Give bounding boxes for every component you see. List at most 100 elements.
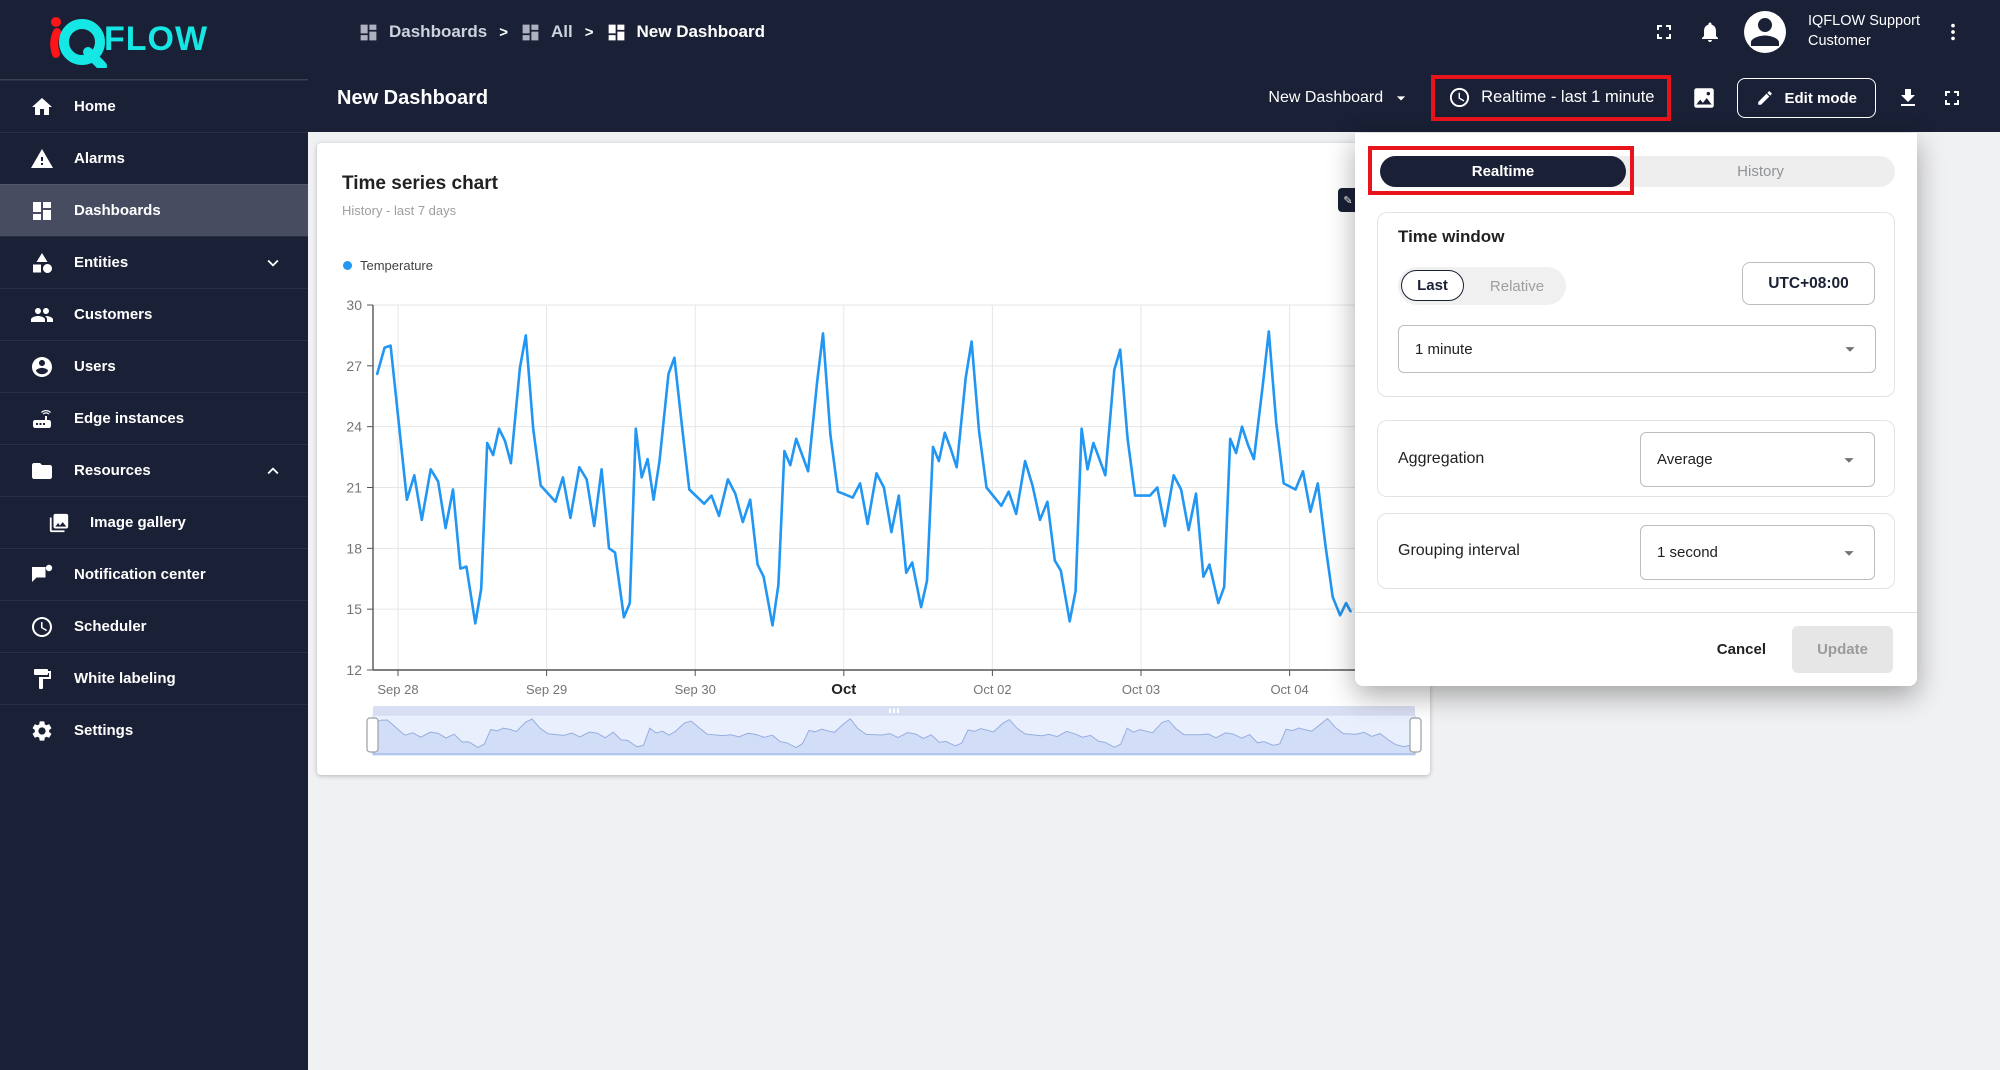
- folder-icon: [30, 459, 54, 483]
- sidebar: FLOW Home Alarms Dashboards Entities Cus…: [0, 0, 308, 1070]
- caret-down-icon: [1838, 449, 1860, 471]
- entities-shapes-icon: [30, 251, 54, 275]
- dashboard-select[interactable]: New Dashboard: [1268, 88, 1411, 108]
- sidebar-item-customers[interactable]: Customers: [0, 288, 308, 340]
- y-tick-label: 30: [346, 297, 362, 313]
- y-tick-label: 12: [346, 662, 362, 678]
- grouping-interval-select[interactable]: 1 second: [1640, 525, 1875, 580]
- customers-people-icon: [30, 303, 54, 327]
- clock-icon: [30, 615, 54, 639]
- avatar[interactable]: [1743, 11, 1786, 53]
- x-tick-label: Oct: [831, 681, 856, 698]
- clock-icon: [1448, 86, 1471, 109]
- cancel-button[interactable]: Cancel: [1717, 641, 1766, 658]
- download-icon[interactable]: [1896, 86, 1920, 110]
- time-window-heading: Time window: [1398, 227, 1505, 246]
- timezone-button[interactable]: UTC+08:00: [1742, 262, 1875, 305]
- y-tick-label: 27: [346, 358, 362, 374]
- sidebar-item-white-labeling[interactable]: White labeling: [0, 652, 308, 704]
- time-series-widget: Time series chart History - last 7 days …: [317, 143, 1430, 775]
- home-icon: [30, 95, 54, 119]
- x-tick-label: Oct 03: [1122, 682, 1160, 697]
- x-tick-label: Sep 29: [526, 682, 567, 697]
- x-tick-label: Sep 30: [675, 682, 716, 697]
- sidebar-item-alarms[interactable]: Alarms: [0, 132, 308, 184]
- popup-footer: Cancel Update: [1355, 613, 1917, 686]
- router-icon: [30, 407, 54, 431]
- user-name: IQFLOW Support: [1807, 13, 1920, 30]
- paint-format-icon: [30, 667, 54, 691]
- fullscreen-icon[interactable]: [1940, 86, 1964, 110]
- breadcrumb-separator: >: [499, 23, 509, 41]
- breadcrumb-new-dashboard[interactable]: New Dashboard: [606, 22, 765, 43]
- time-series-chart[interactable]: 12 15 18 21 24 27 30 Sep 28 Sep 29 Sep 30 Oct Oct 0…: [317, 143, 1430, 775]
- screenshot-image-icon[interactable]: [1691, 85, 1717, 111]
- warning-icon: [30, 147, 54, 171]
- page-title: New Dashboard: [337, 86, 489, 109]
- sidebar-item-dashboards[interactable]: Dashboards: [0, 184, 308, 236]
- y-tick-label: 21: [346, 480, 362, 496]
- caret-down-icon: [1839, 338, 1861, 360]
- sidebar-item-notification-center[interactable]: Notification center: [0, 548, 308, 600]
- time-window-section: Time window Last Relative UTC+08:00 1 mi…: [1377, 212, 1895, 397]
- pencil-icon: [1756, 89, 1774, 107]
- chevron-up-icon: [262, 460, 284, 482]
- sidebar-item-resources[interactable]: Resources: [0, 444, 308, 496]
- aggregation-label: Aggregation: [1398, 449, 1485, 467]
- dashboards-grid-icon: [606, 22, 627, 43]
- y-tick-label: 18: [346, 540, 362, 556]
- logo-text: FLOW: [104, 20, 209, 58]
- timewindow-label: Realtime - last 1 minute: [1481, 88, 1655, 106]
- dashboards-grid-icon: [520, 22, 541, 43]
- grouping-interval-section: Grouping interval 1 second: [1377, 513, 1895, 589]
- sidebar-item-edge-instances[interactable]: Edge instances: [0, 392, 308, 444]
- interval-select[interactable]: 1 minute: [1398, 325, 1876, 373]
- sidebar-item-home[interactable]: Home: [0, 80, 308, 132]
- x-tick-label: Sep 28: [377, 682, 418, 697]
- fullscreen-icon[interactable]: [1652, 20, 1676, 44]
- scrubber-handle-right[interactable]: [1409, 717, 1422, 753]
- more-vertical-icon[interactable]: [1942, 21, 1964, 43]
- chart-line-temperature: [375, 330, 1352, 627]
- y-tick-label: 15: [346, 601, 362, 617]
- breadcrumb-dashboards[interactable]: Dashboards: [358, 22, 487, 43]
- aggregation-section: Aggregation Average: [1377, 420, 1895, 497]
- toggle-relative[interactable]: Relative: [1468, 267, 1566, 305]
- breadcrumb-separator: >: [584, 23, 594, 41]
- user-circle-icon: [30, 355, 54, 379]
- update-button[interactable]: Update: [1792, 626, 1893, 673]
- scrubber-handle-left[interactable]: [366, 717, 379, 753]
- toggle-last[interactable]: Last: [1401, 270, 1464, 301]
- sidebar-item-users[interactable]: Users: [0, 340, 308, 392]
- tab-realtime[interactable]: Realtime: [1380, 156, 1626, 187]
- grouping-interval-label: Grouping interval: [1398, 542, 1520, 559]
- sidebar-item-entities[interactable]: Entities: [0, 236, 308, 288]
- user-info[interactable]: IQFLOW Support Customer: [1808, 12, 1920, 51]
- dashboards-grid-icon: [30, 199, 54, 223]
- sidebar-item-settings[interactable]: Settings: [0, 704, 308, 756]
- notifications-bell-icon[interactable]: [1698, 20, 1722, 44]
- x-tick-label: Oct 02: [973, 682, 1011, 697]
- top-bar: Dashboards > All > New Dashboard IQFLOW …: [308, 0, 2000, 64]
- user-role: Customer: [1807, 33, 1871, 49]
- sidebar-item-scheduler[interactable]: Scheduler: [0, 600, 308, 652]
- logo[interactable]: FLOW: [0, 0, 308, 80]
- timewindow-tabs: Realtime History: [1380, 156, 1895, 187]
- aggregation-select[interactable]: Average: [1640, 432, 1875, 487]
- last-relative-toggle: Last Relative: [1398, 267, 1566, 305]
- caret-down-icon: [1391, 88, 1411, 108]
- edit-mode-button[interactable]: Edit mode: [1737, 78, 1876, 118]
- dashboards-grid-icon: [358, 22, 379, 43]
- chevron-down-icon: [262, 252, 284, 274]
- caret-down-icon: [1838, 542, 1860, 564]
- timewindow-button[interactable]: Realtime - last 1 minute: [1431, 74, 1672, 121]
- breadcrumb-all[interactable]: All: [520, 22, 573, 43]
- breadcrumb: Dashboards > All > New Dashboard: [308, 22, 765, 43]
- tab-history[interactable]: History: [1626, 156, 1895, 187]
- iqflow-logo-icon: [46, 12, 108, 68]
- x-tick-label: Oct 04: [1270, 682, 1308, 697]
- sidebar-item-image-gallery[interactable]: Image gallery: [0, 496, 308, 548]
- timewindow-popup: Realtime History Time window Last Relati…: [1355, 133, 1917, 686]
- gear-icon: [30, 719, 54, 743]
- notification-message-icon: [30, 563, 54, 587]
